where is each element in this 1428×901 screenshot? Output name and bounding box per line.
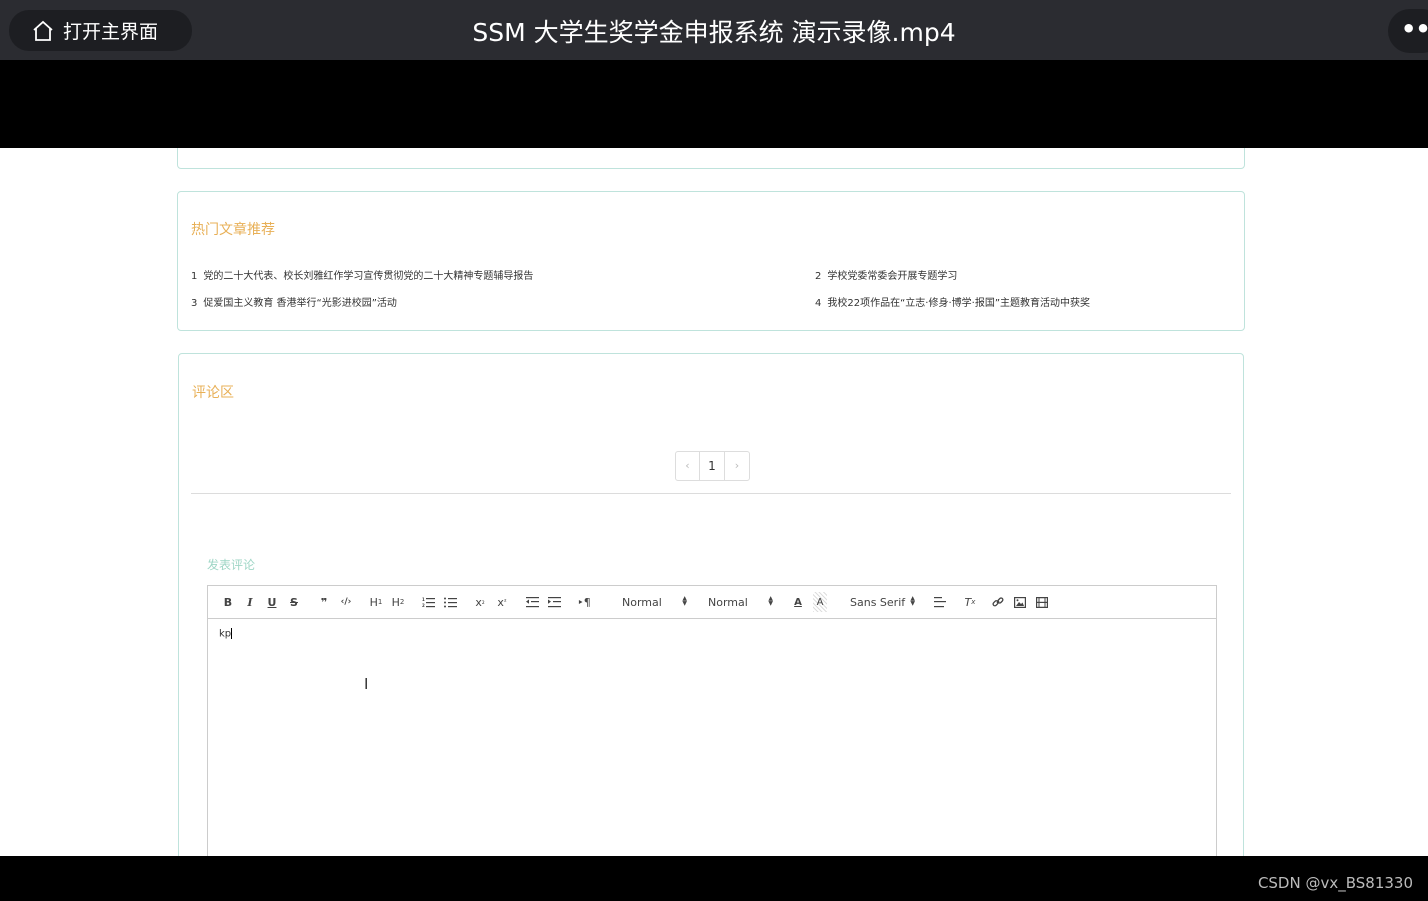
text-direction-icon[interactable]: ‣¶ (573, 592, 595, 612)
outdent-icon[interactable] (521, 592, 543, 612)
more-options-button[interactable]: ••• (1388, 9, 1428, 53)
video-icon[interactable] (1031, 592, 1053, 612)
code-block-icon[interactable]: ‹/› (335, 592, 357, 612)
bold-icon[interactable]: B (217, 592, 239, 612)
editor-toolbar: B I U S ❞ ‹/› H1 H2 12 x ₂ x ² ‣¶ Normal… (208, 586, 1216, 619)
font-color-icon[interactable]: A (787, 592, 809, 612)
image-icon[interactable] (1009, 592, 1031, 612)
screen: 打开主界面 SSM 大学生奖学金申报系统 演示录像.mp4 ••• 热门文章推荐… (0, 0, 1428, 901)
home-button-label: 打开主界面 (63, 21, 159, 43)
indent-glyph (547, 596, 561, 607)
text-caret (231, 628, 233, 639)
header-1-icon[interactable]: H1 (365, 592, 387, 612)
link-icon[interactable] (987, 592, 1009, 612)
image-glyph (1014, 596, 1026, 608)
superscript-icon[interactable]: x² (491, 592, 513, 612)
pagination: ‹ 1 › (675, 451, 750, 481)
next-page-button[interactable]: › (725, 452, 749, 480)
divider (191, 493, 1231, 494)
open-main-interface-button[interactable]: 打开主界面 (9, 10, 192, 51)
player-bottom-bar: CSDN @vx_BS81330 (0, 856, 1428, 901)
previous-card (177, 148, 1245, 169)
font-picker[interactable]: Sans Serif ▲ ▼ (843, 594, 921, 609)
outdent-glyph (525, 596, 539, 607)
align-icon[interactable] (929, 592, 951, 612)
home-icon (33, 20, 53, 41)
article-link[interactable]: 3 促爱国主义教育 香港举行“光影进校园”活动 (191, 294, 397, 309)
bullet-list-icon[interactable] (439, 592, 461, 612)
picker-arrow-icon: ▲ ▼ (682, 594, 687, 607)
blockquote-icon[interactable]: ❞ (313, 592, 335, 612)
italic-icon[interactable]: I (239, 592, 261, 612)
article-link[interactable]: 2 学校党委常委会开展专题学习 (815, 267, 957, 282)
picker-arrow-icon: ▲ ▼ (910, 594, 915, 607)
letterbox-band (0, 60, 1428, 148)
bullet-list-glyph (443, 597, 457, 607)
i-beam-cursor-icon: I (364, 675, 369, 693)
video-glyph (1036, 596, 1048, 608)
article-link[interactable]: 4 我校22项作品在“立志·修身·博学·报国”主题教育活动中获奖 (815, 294, 1090, 309)
strike-icon[interactable]: S (283, 592, 305, 612)
indent-icon[interactable] (543, 592, 565, 612)
web-page: 热门文章推荐 1 党的二十大代表、校长刘雅红作学习宣传贯彻党的二十大精神专题辅导报… (0, 148, 1428, 856)
underline-icon[interactable]: U (261, 592, 283, 612)
header-2-icon[interactable]: H2 (387, 592, 409, 612)
svg-text:1: 1 (422, 597, 425, 602)
size-picker[interactable]: Normal ▲ ▼ (701, 594, 779, 609)
page-1-button[interactable]: 1 (700, 452, 725, 480)
watermark: CSDN @vx_BS81330 (1257, 874, 1413, 892)
comments-title: 评论区 (192, 385, 234, 401)
link-glyph (992, 597, 1004, 607)
prev-page-button[interactable]: ‹ (676, 452, 700, 480)
rich-text-editor: B I U S ❞ ‹/› H1 H2 12 x ₂ x ² ‣¶ Normal… (207, 585, 1217, 856)
svg-text:2: 2 (422, 603, 425, 608)
align-glyph (934, 596, 946, 607)
editor-content[interactable]: kp (208, 619, 1216, 649)
clear-format-icon[interactable]: Tx (959, 592, 981, 612)
ordered-list-icon[interactable]: 12 (417, 592, 439, 612)
video-title: SSM 大学生奖学金申报系统 演示录像.mp4 (472, 18, 956, 47)
subscript-icon[interactable]: x₂ (469, 592, 491, 612)
ordered-list-glyph: 12 (422, 597, 435, 608)
hot-articles-title: 热门文章推荐 (191, 222, 275, 238)
picker-arrow-icon: ▲ ▼ (768, 594, 773, 607)
comments-card: 评论区 ‹ 1 › 发表评论 B I U S ❞ ‹/› H1 H 2 1 2 … (178, 353, 1244, 856)
article-link[interactable]: 1 党的二十大代表、校长刘雅红作学习宣传贯彻党的二十大精神专题辅导报告 (191, 267, 533, 282)
post-comment-label: 发表评论 (207, 558, 256, 572)
header-picker[interactable]: Normal ▲ ▼ (615, 594, 693, 609)
background-color-icon[interactable]: A (813, 592, 827, 612)
hot-articles-card: 热门文章推荐 1 党的二十大代表、校长刘雅红作学习宣传贯彻党的二十大精神专题辅导报… (177, 191, 1245, 331)
player-top-bar: 打开主界面 SSM 大学生奖学金申报系统 演示录像.mp4 ••• (0, 0, 1428, 60)
